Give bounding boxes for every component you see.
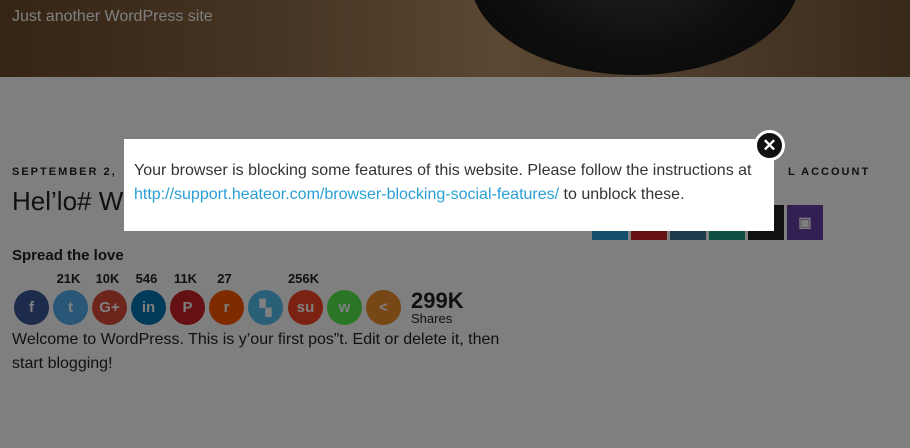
notice-text: Your browser is blocking some features o… xyxy=(134,159,764,207)
close-icon: ✕ xyxy=(762,136,777,155)
notice-text-after: to unblock these. xyxy=(559,186,685,203)
support-link[interactable]: http://support.heateor.com/browser-block… xyxy=(134,186,559,203)
browser-blocking-notice: Your browser is blocking some features o… xyxy=(124,139,774,231)
notice-text-before: Your browser is blocking some features o… xyxy=(134,162,752,179)
close-modal-button[interactable]: ✕ xyxy=(754,130,785,161)
